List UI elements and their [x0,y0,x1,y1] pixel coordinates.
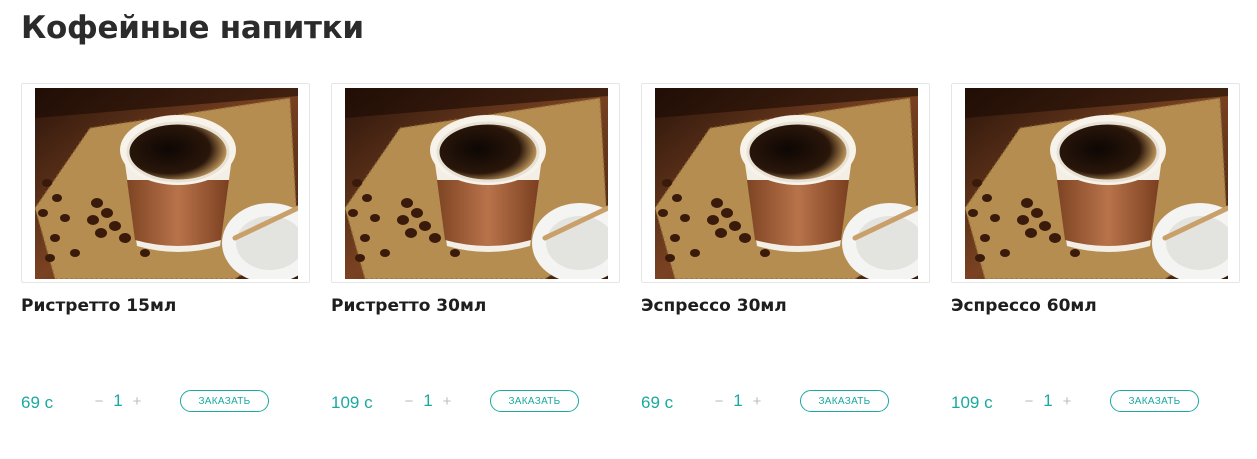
product-name[interactable]: Эспрессо 60мл [951,296,1097,316]
order-button[interactable]: ЗАКАЗАТЬ [1110,390,1199,412]
decrease-button[interactable]: − [403,393,415,410]
product-name[interactable]: Эспрессо 30мл [641,296,787,316]
product-price: 69 с [641,393,674,412]
catalog-page: Кофейные напитки Ристретто 15мл 69 с − 1… [0,0,1257,459]
product-card: Эспрессо 60мл 109 с − 1 + ЗАКАЗАТЬ [951,83,1240,423]
product-name[interactable]: Ристретто 15мл [21,296,176,316]
product-card: Ристретто 30мл 109 с − 1 + ЗАКАЗАТЬ [331,83,620,423]
product-bottom-row: 109 с − 1 + ЗАКАЗАТЬ [331,389,620,415]
order-button[interactable]: ЗАКАЗАТЬ [490,390,579,412]
product-price: 109 с [331,393,373,412]
quantity-stepper: − 1 + [1023,391,1073,411]
increase-button[interactable]: + [1061,393,1073,410]
product-price: 69 с [21,393,54,412]
quantity-stepper: − 1 + [713,391,763,411]
quantity-value: 1 [423,391,433,410]
product-price: 109 с [951,393,993,412]
quantity-value: 1 [1043,391,1053,410]
product-card: Ристретто 15мл 69 с − 1 + ЗАКАЗАТЬ [21,83,310,423]
quantity-value: 1 [113,391,123,410]
product-bottom-row: 69 с − 1 + ЗАКАЗАТЬ [21,389,310,415]
increase-button[interactable]: + [131,393,143,410]
product-image-frame[interactable] [21,83,310,283]
quantity-stepper: − 1 + [403,391,453,411]
increase-button[interactable]: + [441,393,453,410]
coffee-cup-image [35,88,298,279]
product-grid: Ристретто 15мл 69 с − 1 + ЗАКАЗАТЬ Ристр… [21,83,1240,423]
coffee-cup-image [345,88,608,279]
increase-button[interactable]: + [751,393,763,410]
quantity-stepper: − 1 + [93,391,143,411]
section-title: Кофейные напитки [21,10,364,46]
product-name[interactable]: Ристретто 30мл [331,296,486,316]
product-card: Эспрессо 30мл 69 с − 1 + ЗАКАЗАТЬ [641,83,930,423]
product-image-frame[interactable] [331,83,620,283]
product-bottom-row: 69 с − 1 + ЗАКАЗАТЬ [641,389,930,415]
product-bottom-row: 109 с − 1 + ЗАКАЗАТЬ [951,389,1240,415]
coffee-cup-image [655,88,918,279]
decrease-button[interactable]: − [93,393,105,410]
decrease-button[interactable]: − [1023,393,1035,410]
order-button[interactable]: ЗАКАЗАТЬ [180,390,269,412]
order-button[interactable]: ЗАКАЗАТЬ [800,390,889,412]
coffee-cup-image [965,88,1228,279]
decrease-button[interactable]: − [713,393,725,410]
product-image-frame[interactable] [641,83,930,283]
product-image-frame[interactable] [951,83,1240,283]
quantity-value: 1 [733,391,743,410]
